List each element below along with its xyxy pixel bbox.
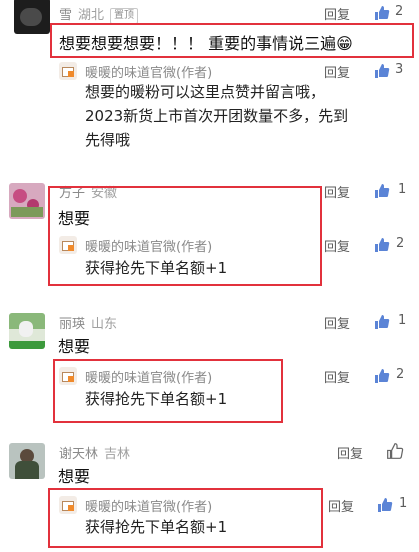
thumbs-up-filled-icon[interactable] <box>374 63 390 79</box>
region: 山东 <box>91 317 118 332</box>
author-reply-line: 先得哦 <box>85 131 131 149</box>
comment-username-row: 雪湖北 置顶 <box>59 4 139 24</box>
like-count: 3 <box>395 62 404 77</box>
like-count: 1 <box>398 182 407 197</box>
like-count: 1 <box>398 313 407 328</box>
comment-username-row: 谢天林 吉林 <box>59 443 130 462</box>
avatar[interactable] <box>9 313 45 349</box>
avatar[interactable] <box>9 443 45 479</box>
author-name[interactable]: 暖暖的味道官微(作者) <box>85 496 212 515</box>
thumbs-up-outline-icon[interactable] <box>386 442 404 460</box>
username[interactable]: 谢天林 <box>59 447 98 462</box>
reply-button[interactable]: 回复 <box>337 443 363 462</box>
like-count: 1 <box>399 496 408 511</box>
pinned-badge: 置顶 <box>110 8 139 24</box>
author-reply-line: 想要的暖粉可以这里点赞并留言哦， <box>85 83 326 101</box>
author-name[interactable]: 暖暖的味道官微(作者) <box>85 367 212 386</box>
thumbs-up-filled-icon[interactable] <box>374 314 390 330</box>
author-avatar[interactable] <box>59 62 77 80</box>
comment-text: 想要 <box>58 337 91 356</box>
avatar[interactable] <box>9 183 45 219</box>
like-count: 2 <box>396 367 405 382</box>
author-reply-line: 获得抢先下单名额+1 <box>85 390 228 408</box>
author-reply-line: 2023新货上市首次开团数量不多，先到 <box>85 107 349 125</box>
region: 吉林 <box>104 447 131 462</box>
username[interactable]: 丽瑛 <box>59 317 85 332</box>
author-avatar[interactable] <box>59 236 77 254</box>
reply-button[interactable]: 回复 <box>324 367 350 386</box>
thumbs-up-filled-icon[interactable] <box>374 183 390 199</box>
like-count: 2 <box>396 236 405 251</box>
region: 湖北 <box>78 8 105 23</box>
author-avatar[interactable] <box>59 496 77 514</box>
like-count: 2 <box>395 4 404 19</box>
thumbs-up-filled-icon[interactable] <box>377 497 393 513</box>
comment-username-row: 丽瑛 山东 <box>59 313 117 332</box>
reply-button[interactable]: 回复 <box>324 4 350 23</box>
reply-button[interactable]: 回复 <box>324 62 350 81</box>
author-name[interactable]: 暖暖的味道官微(作者) <box>85 236 212 255</box>
avatar[interactable] <box>14 0 50 34</box>
thumbs-up-filled-icon[interactable] <box>374 5 390 21</box>
comment-text: 想要 <box>58 467 91 486</box>
thumbs-up-filled-icon[interactable] <box>374 237 390 253</box>
comment-text: 想要 <box>58 209 91 228</box>
comment-text: 想要想要想要！！！ 重要的事情说三遍😁 <box>59 34 353 53</box>
username[interactable]: 雪 <box>59 8 72 23</box>
reply-button[interactable]: 回复 <box>328 496 354 515</box>
author-reply-line: 获得抢先下单名额+1 <box>85 259 228 277</box>
author-avatar[interactable] <box>59 367 77 385</box>
reply-button[interactable]: 回复 <box>324 313 350 332</box>
thumbs-up-filled-icon[interactable] <box>374 368 390 384</box>
reply-button[interactable]: 回复 <box>324 236 350 255</box>
author-reply-line: 获得抢先下单名额+1 <box>85 518 228 536</box>
reply-button[interactable]: 回复 <box>324 182 350 201</box>
author-name[interactable]: 暖暖的味道官微(作者) <box>85 62 212 81</box>
